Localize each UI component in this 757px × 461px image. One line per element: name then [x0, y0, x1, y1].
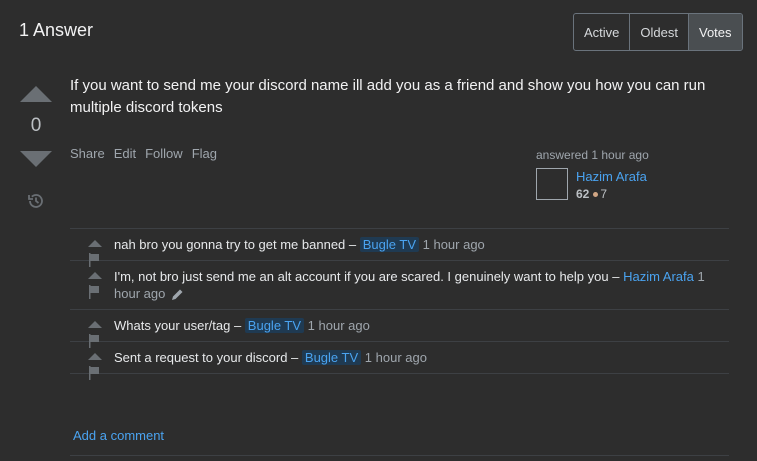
comment-item: I'm, not bro just send me an alt account… [70, 261, 729, 310]
comment-text: I'm, not bro just send me an alt account… [114, 269, 620, 284]
sort-oldest-button[interactable]: Oldest [630, 14, 689, 50]
flag-icon[interactable] [88, 285, 100, 299]
comment-item: Sent a request to your discord – Bugle T… [70, 342, 729, 380]
comment-user-link[interactable]: Bugle TV [301, 350, 362, 365]
answered-timestamp: answered 1 hour ago [536, 148, 649, 162]
history-icon[interactable] [27, 192, 45, 210]
comment-upvote-icon[interactable] [88, 272, 102, 279]
comment-user-link[interactable]: Bugle TV [244, 318, 305, 333]
reputation-score: 62 [576, 187, 590, 201]
comment-upvote-icon[interactable] [88, 321, 102, 328]
comment-upvote-icon[interactable] [88, 240, 102, 247]
downvote-arrow-icon[interactable] [20, 151, 52, 167]
flag-link[interactable]: Flag [192, 146, 217, 161]
comment-date: 1 hour ago [307, 318, 370, 333]
avatar[interactable] [536, 168, 568, 200]
bronze-badge-icon [593, 192, 599, 197]
upvote-arrow-icon[interactable] [20, 86, 52, 102]
divider [70, 455, 729, 456]
comment-upvote-icon[interactable] [88, 353, 102, 360]
comment-text: Sent a request to your discord – [114, 350, 299, 365]
comment-user-link[interactable]: Bugle TV [359, 237, 419, 252]
vote-column: 0 [20, 86, 52, 167]
share-link[interactable]: Share [70, 146, 105, 161]
vote-count: 0 [30, 115, 42, 136]
pencil-icon [171, 289, 183, 301]
comments-list: nah bro you gonna try to get me banned –… [70, 228, 729, 380]
sort-votes-button[interactable]: Votes [688, 14, 742, 50]
comment-item: Whats your user/tag – Bugle TV 1 hour ag… [70, 310, 729, 348]
edit-link[interactable]: Edit [114, 146, 136, 161]
user-card: answered 1 hour ago Hazim Arafa 62 7 [536, 148, 726, 201]
author-name-link[interactable]: Hazim Arafa [576, 169, 647, 184]
sort-button-group: Active Oldest Votes [573, 13, 743, 51]
comment-date: 1 hour ago [364, 350, 427, 365]
answer-body: If you want to send me your discord name… [70, 77, 706, 116]
follow-link[interactable]: Follow [145, 146, 183, 161]
comment-text: nah bro you gonna try to get me banned – [114, 237, 357, 252]
add-comment-link[interactable]: Add a comment [73, 428, 164, 443]
bronze-badge-count: 7 [600, 187, 608, 201]
author-reputation: 62 7 [576, 187, 607, 201]
comment-date: 1 hour ago [422, 237, 485, 252]
post-menu: Share Edit Follow Flag [70, 146, 217, 161]
comment-user-link[interactable]: Hazim Arafa [623, 269, 694, 284]
sort-active-button[interactable]: Active [574, 14, 631, 50]
comment-text: Whats your user/tag – [114, 318, 242, 333]
flag-icon[interactable] [88, 366, 100, 380]
answers-header-title: 1 Answer [19, 20, 94, 40]
comment-item: nah bro you gonna try to get me banned –… [70, 229, 729, 267]
